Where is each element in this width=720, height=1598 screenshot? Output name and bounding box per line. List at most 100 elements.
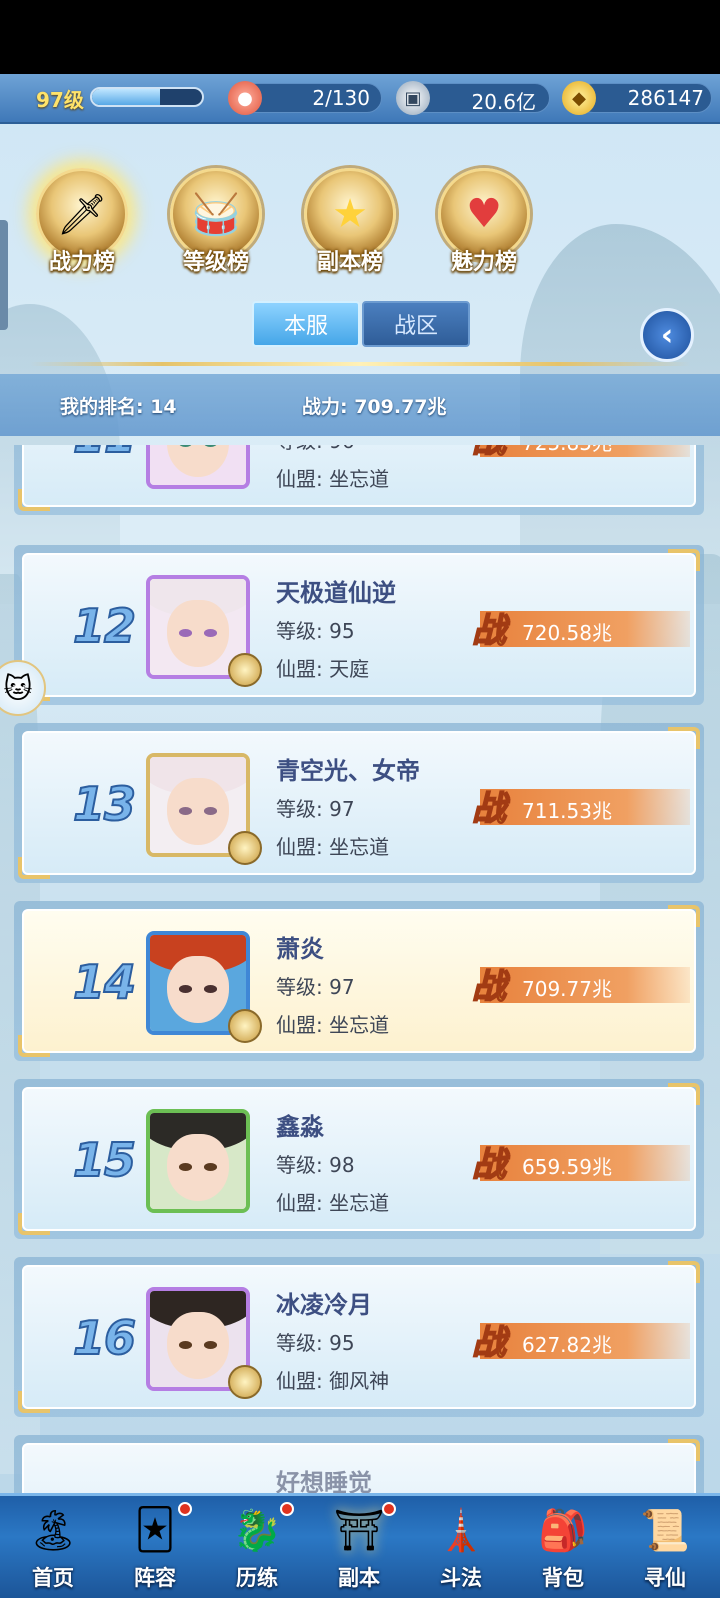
rank-number: 11 bbox=[54, 445, 154, 464]
player-level-text: 等级: 97 bbox=[276, 797, 355, 821]
category-label: 魅力榜 bbox=[450, 250, 517, 275]
nav-home[interactable]: 🏝 首页 bbox=[2, 1496, 104, 1598]
side-handle[interactable] bbox=[0, 220, 8, 330]
status-bar bbox=[0, 0, 720, 74]
battle-power-icon: 战 bbox=[471, 1144, 507, 1186]
player-name: 天极道仙逆 bbox=[276, 579, 396, 607]
nav-label: 斗法 bbox=[440, 1566, 482, 1590]
scroll-search-icon: 📜 bbox=[640, 1507, 690, 1554]
notification-dot bbox=[382, 1502, 396, 1516]
power-value: 709.77兆 bbox=[522, 977, 612, 1001]
battle-power-icon: 战 bbox=[471, 966, 507, 1008]
player-guild-text: 仙盟: 坐忘道 bbox=[276, 1191, 390, 1215]
player-guild-text: 仙盟: 天庭 bbox=[276, 657, 370, 681]
tab-local-server[interactable]: 本服 bbox=[252, 301, 360, 347]
player-guild-text: 仙盟: 坐忘道 bbox=[276, 467, 390, 491]
ranking-row[interactable]: 11 等级: 96 仙盟: 坐忘道 战 725.85兆 bbox=[14, 445, 704, 515]
nav-label: 阵容 bbox=[134, 1566, 176, 1590]
player-name: 萧炎 bbox=[276, 935, 324, 963]
lineup-cards-icon: 🃏 bbox=[134, 1507, 176, 1553]
dungeon-gate-icon: ⛩ bbox=[333, 1507, 385, 1554]
my-power-text: 战力: 709.77兆 bbox=[302, 396, 447, 418]
gold-ingot-icon: ◆ bbox=[562, 81, 596, 115]
my-rank-bar: 我的排名: 14 战力: 709.77兆 bbox=[0, 374, 720, 436]
ranking-row[interactable]: 12 天极道仙逆 等级: 95 仙盟: 天庭 战 720.58兆 bbox=[14, 545, 704, 705]
notification-dot bbox=[178, 1502, 192, 1516]
player-avatar[interactable] bbox=[146, 1109, 250, 1213]
player-guild-text: 仙盟: 御风神 bbox=[276, 1369, 390, 1393]
nav-training[interactable]: 🐉 历练 bbox=[206, 1496, 308, 1598]
ranking-row[interactable]: 16 冰凌冷月 等级: 95 仙盟: 御风神 战 627.82兆 bbox=[14, 1257, 704, 1417]
home-island-icon: 🏝 bbox=[27, 1507, 79, 1554]
rank-badge-icon bbox=[228, 831, 262, 865]
battle-power-icon: 战 bbox=[471, 610, 507, 652]
training-icon: 🐉 bbox=[232, 1507, 282, 1554]
nav-label: 副本 bbox=[338, 1566, 380, 1590]
player-level-text: 等级: 95 bbox=[276, 1331, 355, 1355]
silver-coin-icon: ▣ bbox=[396, 81, 430, 115]
rank-number: 14 bbox=[72, 954, 137, 1010]
exp-bar bbox=[90, 87, 204, 107]
power-value: 725.85兆 bbox=[522, 445, 612, 456]
rank-number: 15 bbox=[72, 1132, 137, 1188]
category-label: 副本榜 bbox=[316, 250, 383, 275]
tab-war-region[interactable]: 战区 bbox=[362, 301, 470, 347]
battle-power-icon: 战 bbox=[471, 788, 507, 830]
resource-bar: 97级 ● 2/130 ▣ 20.6亿 ◆ 286147 bbox=[0, 74, 720, 124]
peach-icon: ● bbox=[228, 81, 262, 115]
category-dungeon-ranking[interactable]: ★ 副本榜 bbox=[290, 168, 410, 278]
nav-lineup[interactable]: 🃏 阵容 bbox=[104, 1496, 206, 1598]
player-level: 97级 bbox=[36, 88, 84, 112]
rank-badge-icon bbox=[228, 1009, 262, 1043]
category-power-ranking[interactable]: 🗡 战力榜 bbox=[22, 168, 142, 278]
category-level-ranking[interactable]: 🥁 等级榜 bbox=[156, 168, 276, 278]
battle-tower-icon: 🗼 bbox=[436, 1507, 486, 1554]
nav-battle[interactable]: 🗼 斗法 bbox=[410, 1496, 512, 1598]
player-name: 冰凌冷月 bbox=[276, 1291, 372, 1319]
bottom-nav: 🏝 首页 🃏 阵容 🐉 历练 ⛩ 副本 🗼 斗法 🎒 背包 📜 寻仙 bbox=[0, 1493, 720, 1598]
player-name: 鑫淼 bbox=[276, 1113, 324, 1141]
category-charm-ranking[interactable]: ♥ 魅力榜 bbox=[424, 168, 544, 278]
nav-label: 历练 bbox=[236, 1566, 278, 1590]
category-label: 等级榜 bbox=[182, 250, 249, 275]
nav-label: 寻仙 bbox=[644, 1566, 686, 1590]
gold-value: 286147 bbox=[627, 86, 704, 110]
nav-dungeon[interactable]: ⛩ 副本 bbox=[308, 1496, 410, 1598]
rank-number: 16 bbox=[72, 1310, 137, 1366]
nav-seek-immortal[interactable]: 📜 寻仙 bbox=[614, 1496, 716, 1598]
rank-badge-icon bbox=[228, 653, 262, 687]
nav-label: 首页 bbox=[32, 1566, 74, 1590]
player-level-text: 等级: 95 bbox=[276, 619, 355, 643]
backpack-icon: 🎒 bbox=[538, 1507, 588, 1554]
player-guild-text: 仙盟: 坐忘道 bbox=[276, 835, 390, 859]
player-name: 好想睡觉 bbox=[276, 1469, 372, 1493]
player-level-text: 等级: 97 bbox=[276, 975, 355, 999]
ranking-row-self[interactable]: 14 萧炎 等级: 97 仙盟: 坐忘道 战 709.77兆 bbox=[14, 901, 704, 1061]
silver-value: 20.6亿 bbox=[471, 90, 536, 114]
rank-number: 12 bbox=[72, 598, 137, 654]
player-guild-text: 仙盟: 坐忘道 bbox=[276, 1013, 390, 1037]
power-value: 659.59兆 bbox=[522, 1155, 612, 1179]
nav-backpack[interactable]: 🎒 背包 bbox=[512, 1496, 614, 1598]
category-label: 战力榜 bbox=[48, 250, 115, 275]
player-level-text: 等级: 96 bbox=[276, 445, 355, 454]
gold-divider bbox=[30, 362, 690, 366]
player-level-text: 等级: 98 bbox=[276, 1153, 355, 1177]
rank-number: 13 bbox=[72, 776, 137, 832]
player-name: 青空光、女帝 bbox=[276, 757, 420, 785]
back-arrow-icon: ‹ bbox=[660, 317, 674, 353]
my-rank-text: 我的排名: 14 bbox=[60, 396, 177, 418]
ranking-list[interactable]: 11 等级: 96 仙盟: 坐忘道 战 725.85兆 12 天极道仙逆 等级:… bbox=[0, 445, 720, 1493]
battle-power-icon: 战 bbox=[466, 445, 512, 461]
player-avatar[interactable] bbox=[146, 445, 250, 489]
battle-power-icon: 战 bbox=[471, 1322, 507, 1364]
power-value: 711.53兆 bbox=[522, 799, 612, 823]
ranking-row[interactable]: 好想睡觉 bbox=[14, 1435, 704, 1493]
back-button[interactable]: ‹ bbox=[640, 308, 694, 362]
rank-badge-icon bbox=[228, 1365, 262, 1399]
stamina-value: 2/130 bbox=[312, 86, 370, 110]
ranking-row[interactable]: 13 青空光、女帝 等级: 97 仙盟: 坐忘道 战 711.53兆 bbox=[14, 723, 704, 883]
power-value: 720.58兆 bbox=[522, 621, 612, 645]
ranking-row[interactable]: 15 鑫淼 等级: 98 仙盟: 坐忘道 战 659.59兆 bbox=[14, 1079, 704, 1239]
notification-dot bbox=[280, 1502, 294, 1516]
